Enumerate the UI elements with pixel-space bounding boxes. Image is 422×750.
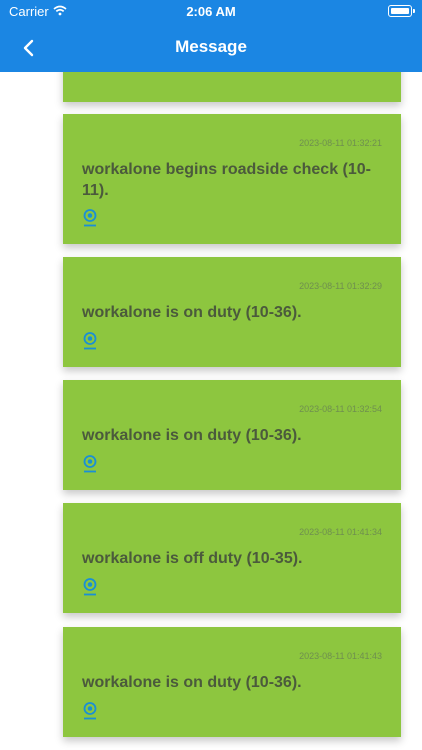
clock-time: 2:06 AM (186, 4, 236, 19)
message-card: 2023-08-11 01:32:54 workalone is on duty… (63, 380, 401, 490)
navigation-bar: Message (0, 24, 422, 72)
message-text: workalone is off duty (10-35). (82, 550, 303, 567)
message-timestamp: 2023-08-11 01:41:34 (299, 527, 382, 537)
message-card: 2023-08-11 01:32:21 workalone begins roa… (63, 114, 401, 244)
location-icon[interactable] (82, 578, 98, 596)
message-text: workalone is on duty (10-36). (82, 427, 302, 444)
message-text: workalone is on duty (10-36). (82, 304, 302, 321)
location-icon[interactable] (82, 209, 98, 227)
location-icon[interactable] (82, 455, 98, 473)
message-card: 2023-08-11 01:32:29 workalone is on duty… (63, 257, 401, 367)
message-list[interactable]: 2023-08-11 01:32:21 workalone begins roa… (0, 72, 422, 750)
battery-icon (388, 5, 415, 17)
location-icon[interactable] (82, 702, 98, 720)
message-timestamp: 2023-08-11 01:32:21 (299, 138, 382, 148)
message-timestamp: 2023-08-11 01:32:29 (299, 281, 382, 291)
status-bar: Carrier 2:06 AM (0, 0, 422, 24)
message-timestamp: 2023-08-11 01:41:43 (299, 651, 382, 661)
page-title: Message (175, 37, 247, 56)
message-card: 2023-08-11 01:41:43 workalone is on duty… (63, 627, 401, 737)
message-text: workalone begins roadside check (10-11). (82, 161, 371, 199)
message-text: workalone is on duty (10-36). (82, 674, 302, 691)
message-card (63, 72, 401, 102)
message-timestamp: 2023-08-11 01:32:54 (299, 404, 382, 414)
location-icon[interactable] (82, 332, 98, 350)
message-card: 2023-08-11 01:41:34 workalone is off dut… (63, 503, 401, 613)
